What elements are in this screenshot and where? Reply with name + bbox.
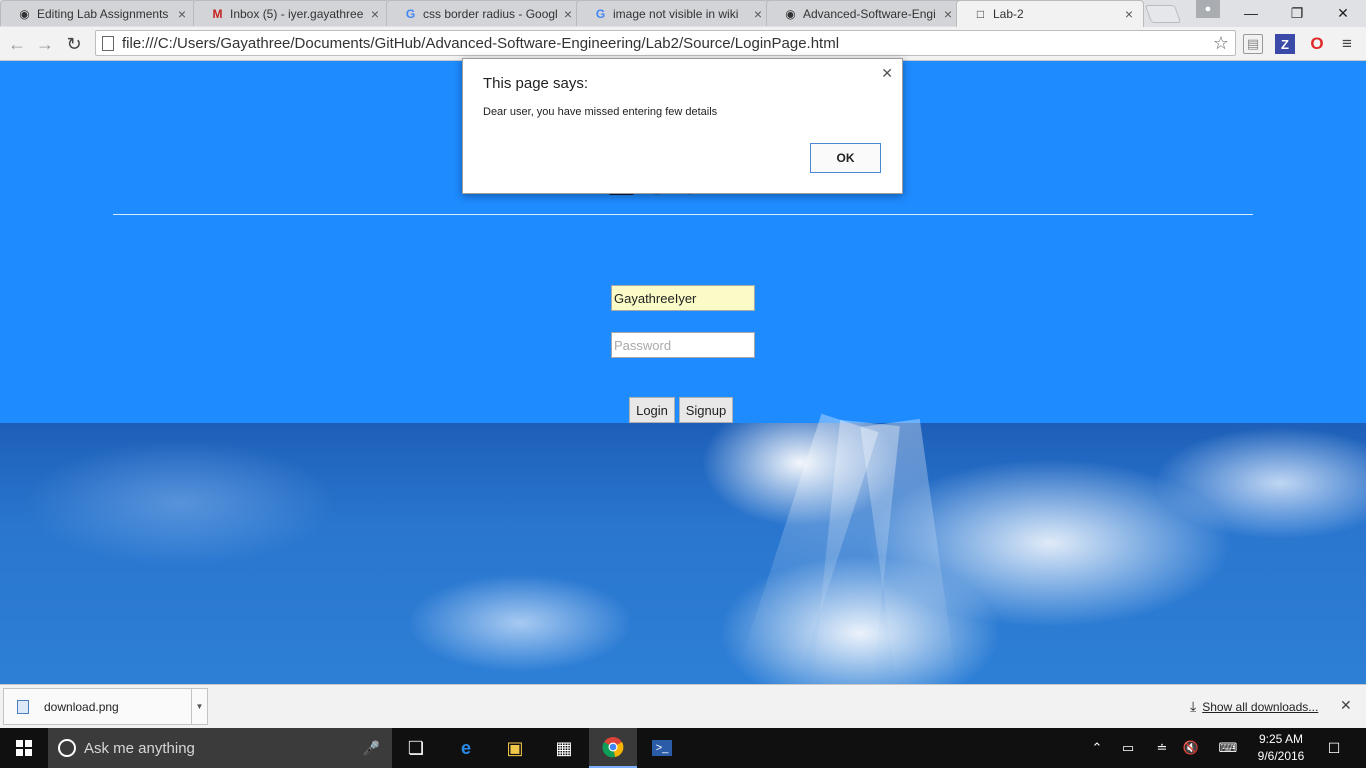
page-icon bbox=[102, 35, 114, 51]
task-view-icon[interactable]: ❏ bbox=[392, 728, 440, 768]
cortana-search-box[interactable]: Ask me anything 🎤 bbox=[48, 728, 392, 768]
tab-title: Inbox (5) - iyer.gayathree bbox=[230, 6, 364, 21]
system-clock[interactable]: 9:25 AM 9/6/2016 bbox=[1246, 731, 1316, 765]
minimize-button[interactable]: — bbox=[1228, 0, 1274, 26]
forward-button[interactable]: → bbox=[33, 32, 57, 56]
close-icon[interactable]: ✕ bbox=[1340, 697, 1352, 714]
bookmark-star-icon[interactable]: ☆ bbox=[1213, 33, 1229, 54]
github-icon: ◉ bbox=[785, 6, 796, 21]
volume-muted-icon[interactable]: 🔇 bbox=[1181, 739, 1201, 757]
keyboard-icon[interactable]: ⌨ bbox=[1218, 739, 1238, 757]
close-window-button[interactable]: ✕ bbox=[1320, 0, 1366, 26]
file-explorer-icon[interactable]: ▣ bbox=[491, 728, 539, 768]
profile-icon[interactable]: ● bbox=[1196, 0, 1220, 18]
url-text[interactable]: file:///C:/Users/Gayathree/Documents/Git… bbox=[122, 35, 1213, 52]
show-all-downloads-link[interactable]: ⤓ Show all downloads... bbox=[1190, 698, 1318, 715]
back-button[interactable]: ← bbox=[5, 32, 29, 56]
chevron-up-icon[interactable]: ⌃ bbox=[1087, 739, 1107, 757]
gmail-icon: M bbox=[212, 6, 223, 21]
close-icon[interactable]: × bbox=[562, 6, 574, 22]
ok-button[interactable]: OK bbox=[810, 143, 881, 173]
dialog-message: Dear user, you have missed entering few … bbox=[483, 106, 718, 118]
alert-dialog: This page says: ✕ Dear user, you have mi… bbox=[462, 58, 903, 194]
chrome-icon[interactable] bbox=[589, 728, 637, 768]
tab-image-not-visible[interactable]: G image not visible in wiki × bbox=[576, 0, 773, 26]
tab-advanced-software[interactable]: ◉ Advanced-Software-Engi × bbox=[766, 0, 963, 26]
google-icon: G bbox=[405, 6, 416, 21]
password-input[interactable] bbox=[611, 332, 755, 358]
dialog-title: This page says: bbox=[483, 75, 589, 92]
windows-taskbar: Ask me anything 🎤 ❏ e ▣ ▦ >_ ⌃ ▭ ≐ 🔇 ⌨ 9… bbox=[0, 728, 1366, 768]
address-bar[interactable]: file:///C:/Users/Gayathree/Documents/Git… bbox=[95, 30, 1236, 56]
page-icon: □ bbox=[976, 7, 985, 21]
tab-lab-2[interactable]: □ Lab-2 × bbox=[956, 0, 1144, 27]
menu-icon[interactable]: ≡ bbox=[1337, 34, 1357, 54]
chrome-logo bbox=[602, 737, 624, 758]
tab-strip: ◉ Editing Lab Assignments × M Inbox (5) … bbox=[0, 0, 1366, 27]
sky-background-image bbox=[0, 413, 1366, 684]
close-icon[interactable]: × bbox=[1123, 6, 1135, 22]
close-icon[interactable]: ✕ bbox=[881, 65, 893, 82]
chevron-down-icon[interactable]: ▼ bbox=[191, 689, 207, 724]
battery-icon[interactable]: ▭ bbox=[1118, 739, 1138, 757]
tab-title: Lab-2 bbox=[993, 7, 1024, 21]
opera-extension-icon[interactable]: O bbox=[1307, 34, 1327, 54]
close-icon[interactable]: × bbox=[942, 6, 954, 22]
clock-time: 9:25 AM bbox=[1258, 732, 1304, 746]
downloads-bar: download.png ▼ ⤓ Show all downloads... ✕ bbox=[0, 684, 1366, 728]
microphone-icon[interactable]: 🎤 bbox=[363, 740, 380, 757]
tab-editing-lab[interactable]: ◉ Editing Lab Assignments × bbox=[0, 0, 197, 26]
tab-title: Advanced-Software-Engi bbox=[803, 6, 936, 21]
tab-inbox[interactable]: M Inbox (5) - iyer.gayathree × bbox=[193, 0, 390, 26]
divider bbox=[113, 214, 1253, 215]
new-tab-button[interactable] bbox=[1144, 5, 1182, 23]
powershell-glyph: >_ bbox=[652, 740, 672, 756]
notifications-icon[interactable]: ☐ bbox=[1324, 739, 1344, 757]
show-all-downloads-label: Show all downloads... bbox=[1202, 699, 1319, 714]
store-icon[interactable]: ▦ bbox=[540, 728, 588, 768]
browser-toolbar: ← → ↻ file:///C:/Users/Gayathree/Documen… bbox=[0, 27, 1366, 61]
login-button[interactable]: Login bbox=[629, 397, 675, 423]
windows-logo-icon bbox=[16, 740, 32, 756]
close-icon[interactable]: × bbox=[752, 6, 764, 22]
wifi-icon[interactable]: ≐ bbox=[1152, 739, 1172, 757]
download-item[interactable]: download.png ▼ bbox=[3, 688, 208, 725]
tab-title: image not visible in wiki bbox=[613, 6, 739, 21]
reload-button[interactable]: ↻ bbox=[62, 32, 86, 56]
clock-date: 9/6/2016 bbox=[1257, 749, 1305, 763]
username-input[interactable] bbox=[611, 285, 755, 311]
cortana-icon bbox=[58, 739, 76, 757]
tab-title: css border radius - Googl bbox=[423, 6, 558, 21]
close-icon[interactable]: × bbox=[176, 6, 188, 22]
image-file-icon bbox=[17, 699, 29, 714]
zotero-extension-icon[interactable]: Z bbox=[1275, 34, 1295, 54]
powershell-icon[interactable]: >_ bbox=[638, 728, 686, 768]
shield-extension-icon[interactable]: ▤ bbox=[1243, 34, 1263, 54]
restore-button[interactable]: ❐ bbox=[1274, 0, 1320, 26]
edge-icon[interactable]: e bbox=[442, 728, 490, 768]
signup-button[interactable]: Signup bbox=[679, 397, 733, 423]
tab-title: Editing Lab Assignments bbox=[37, 6, 169, 21]
search-placeholder: Ask me anything bbox=[84, 739, 195, 757]
start-button[interactable] bbox=[0, 728, 48, 768]
download-file-name: download.png bbox=[44, 699, 119, 714]
close-icon[interactable]: × bbox=[369, 6, 381, 22]
download-icon: ⤓ bbox=[1190, 698, 1197, 714]
github-icon: ◉ bbox=[19, 6, 30, 21]
google-icon: G bbox=[595, 6, 606, 21]
tab-css-border-radius[interactable]: G css border radius - Googl × bbox=[386, 0, 583, 26]
